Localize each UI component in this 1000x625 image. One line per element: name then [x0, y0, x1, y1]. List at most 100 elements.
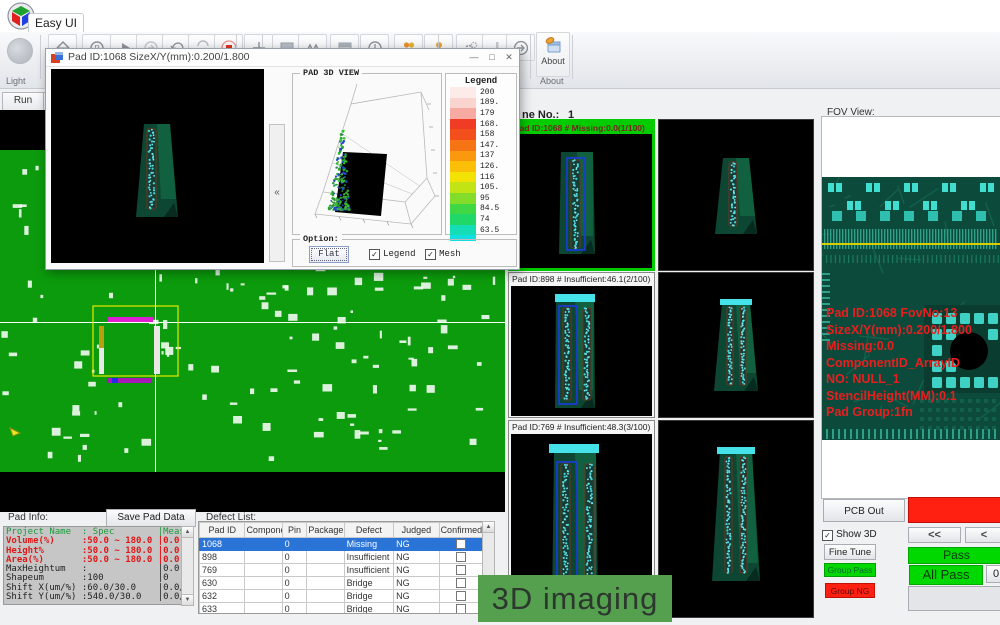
legend-entry: 105. [450, 182, 516, 193]
pad-tile-header: Pad ID:769 # Insufficient:48.3(3/100) [509, 421, 654, 433]
legend-entry: 84.5 [450, 204, 516, 215]
about-button[interactable]: About [536, 32, 570, 77]
defect-column-header[interactable]: Package [307, 523, 344, 538]
empty-panel-button[interactable] [908, 586, 1000, 611]
all-pass-button[interactable]: All Pass [909, 565, 983, 585]
confirmed-checkbox[interactable] [456, 552, 466, 562]
checkbox-checked-icon: ✓ [822, 530, 833, 541]
defect-column-header[interactable]: Confirmed [439, 523, 482, 538]
pad-tile-header: Pad ID:898 # Insufficient:46.1(2/100) [509, 273, 654, 285]
watermark-3d-imaging: 3D imaging [478, 575, 672, 622]
legend-entry: 116 [450, 172, 516, 183]
table-row[interactable]: 8980InsufficientNG [200, 551, 483, 564]
legend-entry: 126. [450, 161, 516, 172]
group-ng-button[interactable]: Group NG [825, 583, 875, 598]
pad-tile-header: Pad ID:1068 # Missing:0.0(1/100) [511, 122, 652, 134]
legend-entry: 63.5 [450, 225, 516, 236]
legend-checkbox-label: Legend [383, 249, 415, 259]
pad-3d-view-box: PAD 3D VIEW [292, 73, 442, 235]
table-row[interactable]: 6300BridgeNG [200, 577, 483, 590]
legend-checkbox[interactable]: ✓ Legend [369, 247, 415, 260]
confirmed-checkbox[interactable] [456, 578, 466, 588]
pad-info-row: Shift Y(um/%) :540.0/30.0 |0.0/0.0 [6, 593, 184, 602]
pad-tile[interactable] [658, 272, 814, 418]
popup-title-bar[interactable]: Pad ID:1068 SizeX/Y(mm):0.200/1.800 — □ … [46, 49, 519, 67]
pad-3d-plot[interactable] [293, 74, 439, 232]
pad-detail-popup: Pad ID:1068 SizeX/Y(mm):0.200/1.800 — □ … [45, 48, 520, 270]
easy-ui-window: Easy UI Light P About About Run Defe Pad… [0, 0, 1000, 625]
pad-tile[interactable]: Pad ID:1068 # Missing:0.0(1/100) [508, 119, 655, 271]
confirmed-checkbox[interactable] [456, 565, 466, 575]
defect-column-header[interactable]: Componen [245, 523, 282, 538]
defect-column-header[interactable]: Pin [282, 523, 307, 538]
flat-button[interactable]: Flat [309, 246, 349, 263]
mesh-checkbox-label: Mesh [439, 249, 461, 259]
title-bar [0, 0, 1000, 33]
fov-overlay-line: Pad ID:1068 FovNo:13 [826, 305, 957, 322]
fov-overlay-line: SizeX/Y(mm):0.200/1.800 [826, 322, 972, 339]
popup-title: Pad ID:1068 SizeX/Y(mm):0.200/1.800 [68, 51, 250, 63]
confirmed-checkbox[interactable] [456, 591, 466, 601]
defect-table: Pad IDComponenPinPackageDefectJudgedConf… [198, 521, 484, 614]
collapse-panel-button[interactable]: « [269, 124, 285, 262]
pad-info-scrollbar[interactable]: ▲ ▼ [181, 526, 194, 606]
fov-overlay-line: StencilHeight(MM):0.1 [826, 388, 957, 405]
tab-easy-ui[interactable]: Easy UI [28, 13, 84, 33]
save-pad-data-button[interactable]: Save Pad Data [106, 509, 196, 527]
fov-overlay-line: Missing:0.0 [826, 338, 894, 355]
pcb-out-button[interactable]: PCB Out [823, 499, 905, 522]
defect-column-header[interactable]: Judged [394, 523, 439, 538]
table-row[interactable]: 6320BridgeNG [200, 590, 483, 603]
pad-tile[interactable] [658, 420, 814, 618]
legend-entry: 200 [450, 87, 516, 98]
ng-indicator-button[interactable] [908, 497, 1000, 523]
option-box: Option: Flat ✓ Legend ✓ Mesh [292, 239, 517, 267]
table-row[interactable]: 7690InsufficientNG [200, 564, 483, 577]
fov-pcb-image[interactable]: Pad ID:1068 FovNo:13SizeX/Y(mm):0.200/1.… [822, 177, 1000, 440]
pad-info-label: Pad Info: [8, 512, 48, 523]
light-button[interactable] [7, 38, 33, 64]
light-group-label: Light [6, 76, 26, 86]
fov-overlay-line: Pad Group:1fn [826, 404, 913, 421]
about-icon [544, 36, 562, 54]
popup-pad-image[interactable] [51, 69, 264, 263]
legend-entry: 189. [450, 98, 516, 109]
table-row[interactable]: 6330BridgeNG [200, 603, 483, 615]
maximize-icon[interactable]: □ [485, 51, 499, 63]
option-label: Option: [300, 234, 342, 244]
show-3d-checkbox[interactable]: ✓ Show 3D [822, 528, 877, 541]
close-icon[interactable]: ✕ [502, 51, 516, 63]
fov-overlay-line: ComponentID_ArrayID [826, 355, 960, 372]
legend-title: Legend [446, 76, 516, 86]
about-button-label: About [537, 56, 569, 66]
popup-window-icon [51, 52, 63, 64]
prev-button[interactable]: < [965, 527, 1000, 543]
pad-3d-view-label: PAD 3D VIEW [300, 68, 362, 78]
table-row[interactable]: 10680MissingNG [200, 538, 483, 551]
prev-all-button[interactable]: << [908, 527, 961, 543]
partial-button[interactable]: 0 [986, 565, 1000, 583]
pad-tile[interactable]: Pad ID:898 # Insufficient:46.1(2/100) [508, 272, 655, 418]
defect-column-header[interactable]: Defect [344, 523, 394, 538]
legend-entry: 168. [450, 119, 516, 130]
legend-entry: 158 [450, 129, 516, 140]
legend-box: Legend 200189.179168.158147.137126.11610… [445, 73, 517, 235]
minimize-icon[interactable]: — [467, 51, 481, 63]
fine-tune-button[interactable]: Fine Tune [824, 544, 876, 560]
fov-overlay-line: NO: NULL_1 [826, 371, 900, 388]
legend-entry: 137 [450, 151, 516, 162]
pass-button[interactable]: Pass [908, 547, 1000, 564]
group-pass-button[interactable]: Group Pass [824, 563, 876, 577]
confirmed-checkbox[interactable] [456, 604, 466, 614]
about-group-label: About [540, 76, 564, 86]
legend-entry: 95 [450, 193, 516, 204]
legend-entry: 147. [450, 140, 516, 151]
mesh-checkbox[interactable]: ✓ Mesh [425, 247, 461, 260]
confirmed-checkbox[interactable] [456, 539, 466, 549]
show-3d-label: Show 3D [836, 529, 877, 540]
tab-run[interactable]: Run [2, 92, 44, 111]
pad-info-table: Project Name : Spec |MeasurementResVolum… [3, 526, 185, 605]
pad-tile[interactable] [658, 119, 814, 271]
defect-column-header[interactable]: Pad ID [200, 523, 245, 538]
legend-entry: 74 [450, 214, 516, 225]
